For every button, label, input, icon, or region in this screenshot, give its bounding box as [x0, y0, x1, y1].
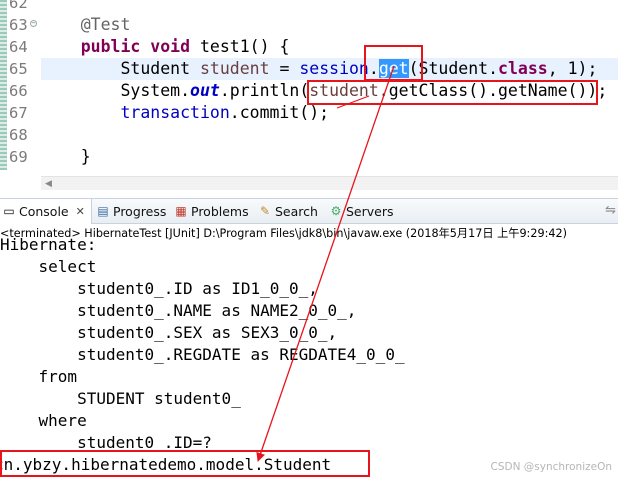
- editor-ruler: [0, 0, 7, 170]
- console-icon: ▭: [3, 204, 15, 218]
- console-result-line: cn.ybzy.hibernatedemo.model.Student: [0, 455, 332, 474]
- keyword-class: class: [498, 59, 548, 78]
- code-line-66[interactable]: System.out.println(student.getClass().ge…: [41, 80, 618, 102]
- getclass-chain-token: .getClass().getName());: [378, 81, 608, 100]
- code-line-67[interactable]: transaction.commit();: [41, 102, 618, 124]
- tab-label: Problems: [191, 204, 249, 219]
- method-signature: test1() {: [190, 37, 290, 56]
- view-menu-icon[interactable]: ⇋: [605, 203, 616, 218]
- line-number: 62: [9, 0, 28, 12]
- selected-get-token[interactable]: get: [378, 59, 409, 78]
- close-brace-token: }: [80, 147, 91, 166]
- editor-horizontal-scrollbar[interactable]: ◀: [41, 176, 618, 190]
- code-line-65[interactable]: Student student = session.get(Student.cl…: [41, 58, 618, 80]
- line-number: 66: [9, 82, 28, 100]
- console-line: student0_.REGDATE as REGDATE4_0_0_: [0, 345, 405, 364]
- search-icon: ✎: [259, 204, 271, 218]
- student-ref-token: student: [309, 81, 379, 100]
- console-line: Hibernate:: [0, 235, 97, 254]
- scroll-left-icon[interactable]: ◀: [45, 179, 52, 189]
- console-line: from: [0, 367, 78, 386]
- tab-servers[interactable]: ⚙ Servers: [329, 199, 394, 224]
- line-number: 67: [9, 104, 28, 122]
- keyword-void: void: [150, 37, 191, 56]
- tab-label: Console: [19, 204, 69, 219]
- tab-label: Search: [275, 204, 318, 219]
- commit-token: .commit();: [229, 103, 330, 122]
- line-number: 68: [9, 126, 28, 144]
- transaction-field-token: transaction: [120, 103, 230, 122]
- get-args-token: (Student.: [408, 59, 499, 78]
- tab-console[interactable]: ▭ Console ✕: [0, 199, 92, 224]
- console-line: select: [0, 257, 97, 276]
- console-line: where: [0, 411, 87, 430]
- servers-icon: ⚙: [330, 204, 342, 218]
- close-icon[interactable]: ✕: [76, 199, 85, 224]
- console-line: student0_.SEX as SEX3_0_0_,: [0, 323, 338, 342]
- console-line: STUDENT student0_: [0, 389, 241, 408]
- annotation-token: @Test: [80, 15, 131, 34]
- fold-toggle-icon[interactable]: −: [30, 20, 37, 27]
- dot-token: .: [368, 59, 379, 78]
- out-field-token: out: [190, 81, 220, 100]
- operator-token: =: [269, 59, 300, 78]
- code-editor[interactable]: 62 63 − 64 65 66 67 68 69 @Test public v…: [0, 0, 618, 198]
- line-number: 64: [9, 38, 28, 56]
- problems-icon: ▦: [175, 204, 187, 218]
- console-line: student0_.ID=?: [0, 433, 212, 452]
- system-token: System.: [120, 81, 191, 100]
- get-args-close-token: , 1);: [547, 59, 598, 78]
- tab-label: Progress: [113, 204, 167, 219]
- console-output[interactable]: Hibernate: select student0_.ID as ID1_0_…: [0, 232, 618, 479]
- line-number: 65: [9, 60, 28, 78]
- tab-search[interactable]: ✎ Search: [258, 199, 318, 224]
- console-line: student0_.NAME as NAME2_0_0_,: [0, 301, 357, 320]
- type-token: Student: [120, 59, 191, 78]
- println-token: .println(: [219, 81, 310, 100]
- variable-token: student: [199, 59, 270, 78]
- tab-problems[interactable]: ▦ Problems: [174, 199, 249, 224]
- code-line-64[interactable]: public void test1() {: [41, 36, 618, 58]
- views-tab-bar: ▭ Console ✕ ▤ Progress ▦ Problems ✎ Sear…: [0, 198, 618, 224]
- keyword-public: public: [80, 37, 141, 56]
- tab-progress[interactable]: ▤ Progress: [96, 199, 166, 224]
- console-line: student0_.ID as ID1_0_0_,: [0, 279, 318, 298]
- watermark: CSDN @synchronizeOn: [490, 461, 612, 473]
- line-number: 69: [9, 148, 28, 166]
- line-number: 63: [9, 16, 28, 34]
- progress-icon: ▤: [97, 204, 109, 218]
- session-field-token: session: [299, 59, 369, 78]
- code-line-63[interactable]: @Test: [41, 14, 618, 36]
- code-line-69[interactable]: }: [41, 146, 618, 168]
- tab-label: Servers: [346, 204, 394, 219]
